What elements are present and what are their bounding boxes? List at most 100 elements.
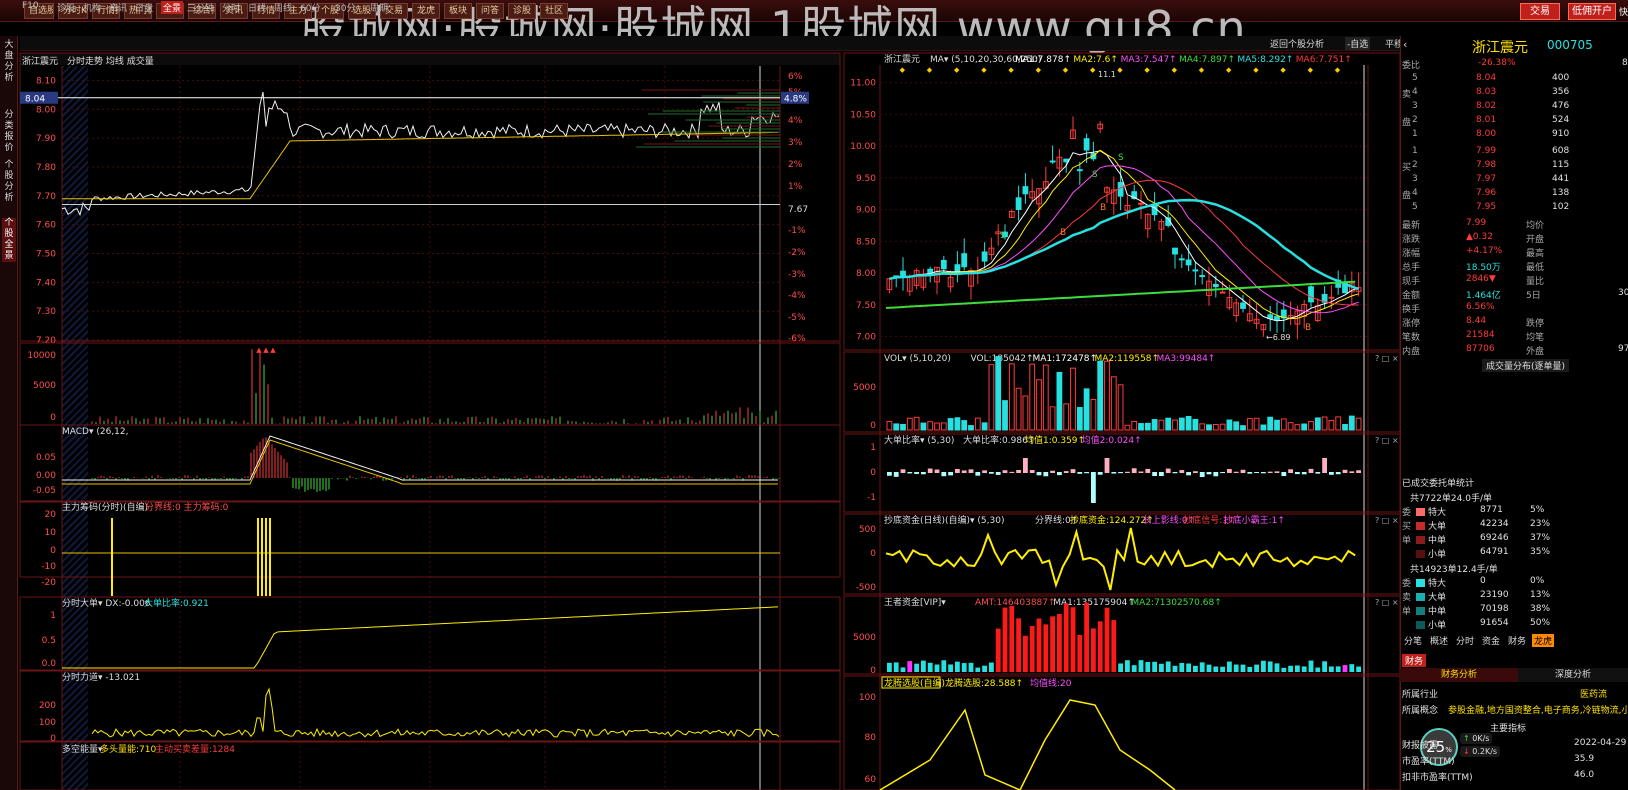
- toolbar-button-12[interactable]: 龙虎: [412, 3, 440, 19]
- kline-lzxz-frame: [843, 675, 1401, 790]
- kline-wwzj-bar: [961, 663, 967, 672]
- period-2[interactable]: 机构: [83, 1, 101, 14]
- kline-ddb-bar: [1084, 472, 1089, 474]
- kline-signal-diamond: ◆: [900, 66, 906, 74]
- kline-vol-bar: [968, 425, 974, 431]
- left-tab-0[interactable]: 大盘分析: [2, 40, 16, 84]
- kline-vol-bar: [1151, 419, 1158, 431]
- kline-lzxz-line: [879, 699, 1176, 790]
- period-6[interactable]: 三分钟: [187, 1, 214, 14]
- kline-ma-value: MA3:7.547↑: [1121, 55, 1177, 65]
- period-8[interactable]: 日线: [248, 1, 266, 14]
- kline-ddb-bar: [1349, 471, 1355, 473]
- period-7[interactable]: 分时: [222, 1, 240, 14]
- quote-tab-1[interactable]: 概述: [1428, 634, 1450, 647]
- order-ratio: -26.38%: [1478, 58, 1516, 68]
- kline-lzxz-value2: 均值线:20: [1030, 677, 1072, 689]
- kline-vol-bar: [1274, 419, 1280, 431]
- kline-signal-diamond: ◆: [1008, 66, 1014, 74]
- kline-vol-bar: [1199, 423, 1206, 431]
- kline-wwzj-bar: [1322, 661, 1327, 672]
- kline-wwzj-bar: [1091, 628, 1096, 672]
- kline-vol-bar: [1110, 376, 1117, 431]
- finance-tag[interactable]: 财务: [1402, 654, 1427, 667]
- kline-wwzj-bar: [1152, 661, 1157, 672]
- lzxz-tick: 100: [859, 693, 876, 703]
- kline-ddb-bar: [989, 472, 994, 474]
- stat-row: 均价: [1526, 221, 1545, 231]
- toolbar-button-16[interactable]: 社区: [540, 3, 568, 19]
- quote-tab-0[interactable]: 分笔: [1402, 634, 1424, 647]
- kline-bs-label: S: [1118, 153, 1124, 163]
- kline-signal-diamond: ◆: [1063, 66, 1069, 74]
- quote-tab-2[interactable]: 分时: [1454, 634, 1476, 647]
- fin-row-label: 所属行业: [1402, 690, 1439, 700]
- kline-wwzj-bar: [1233, 664, 1239, 672]
- kline-vol-bar: [1097, 360, 1104, 431]
- left-tab-2[interactable]: 个股分析: [2, 160, 16, 204]
- kline-chart-svg: 浙江震元 MA▾ (5,10,20,30,60,250)MA1:7.878↑ MA2…: [843, 52, 1628, 790]
- kline-ddb-title: 大单比率▾ (5,30): [884, 434, 954, 446]
- quote-tab-3[interactable]: 资金: [1480, 634, 1502, 647]
- kline-wwzj-bar: [1111, 620, 1117, 672]
- stat-row: 外盘: [1526, 347, 1545, 357]
- stock-code: 000705: [1547, 38, 1593, 52]
- stat-row: 内盘: [1402, 347, 1421, 357]
- left-tab-1[interactable]: 分类报价: [2, 110, 16, 154]
- ask-row: 8.00: [1476, 129, 1497, 139]
- pie-title: 成交量分布(逐单量): [1482, 359, 1570, 372]
- bid-side-label: 盘: [1402, 191, 1412, 201]
- kline-ddb-bar: [1050, 470, 1055, 473]
- quote-tab-4[interactable]: 财务: [1506, 634, 1528, 647]
- period-10[interactable]: 60分: [300, 1, 320, 14]
- kline-wwzj-bar: [934, 664, 940, 672]
- left-tab-3[interactable]: 个股全景: [2, 218, 16, 262]
- fin-tab-deep[interactable]: 深度分析: [1518, 668, 1628, 682]
- net-up: ↑ 0K/s: [1460, 733, 1493, 744]
- legend-swatch: [1416, 536, 1425, 544]
- kline-candle: [1212, 283, 1219, 288]
- ddb-tick: -1: [867, 493, 876, 503]
- kline-vol-title: VOL▾ (5,10,20): [884, 354, 951, 364]
- kline-wwzj-bar: [941, 660, 947, 672]
- kline-wwzj-bar: [1084, 602, 1089, 672]
- kline-cdzj-value: 抄底资金:124.272↑: [1070, 514, 1154, 526]
- stat-row: 总手: [1402, 263, 1421, 273]
- kline-wwzj-bar: [1023, 635, 1028, 672]
- period-9[interactable]: 周线: [274, 1, 292, 14]
- fin-tab-analysis[interactable]: 财务分析: [1400, 668, 1518, 682]
- kline-vol-bar: [1138, 423, 1144, 431]
- stat-row: 换手: [1402, 305, 1421, 315]
- stat-row: ▲0.32: [1466, 232, 1493, 242]
- kline-vol-bar: [1158, 419, 1165, 431]
- kline-wwzj-bar: [1145, 661, 1151, 672]
- kline-ddb-bar: [1029, 470, 1035, 473]
- kline-vol-bar: [1144, 422, 1151, 431]
- quote-tab-5[interactable]: 龙虎: [1532, 634, 1555, 647]
- kline-ddb-bar: [1281, 472, 1287, 477]
- period-11[interactable]: 30分: [335, 1, 355, 14]
- buy-row: 5%: [1530, 505, 1545, 515]
- period-5[interactable]: 全景: [161, 1, 184, 14]
- period-0[interactable]: F10: [22, 1, 39, 11]
- toolbar-button-15[interactable]: 诊股: [508, 3, 536, 19]
- period-12[interactable]: 周期: [370, 1, 388, 14]
- buy-row: 37%: [1530, 533, 1551, 543]
- kline-wwzj-bar: [1186, 663, 1191, 672]
- buy-row: 69246: [1480, 533, 1509, 543]
- toolbar-button-13[interactable]: 板块: [444, 3, 472, 19]
- kline-ddb-bar: [1104, 458, 1110, 473]
- kline-ddb-bar: [941, 472, 947, 477]
- kline-wwzj-bar: [1274, 663, 1280, 672]
- period-1[interactable]: 诊股: [57, 1, 75, 14]
- back-icon[interactable]: ‹: [1403, 38, 1407, 51]
- period-3[interactable]: 资讯: [109, 1, 127, 14]
- legend-swatch: [1416, 522, 1425, 530]
- kline-wwzj-value: MA2:71302570.68↑: [1131, 598, 1221, 608]
- toolbar-button-14[interactable]: 问答: [476, 3, 504, 19]
- kline-vol-bar: [1301, 423, 1308, 431]
- kline-wwzj-bar: [1227, 661, 1232, 672]
- period-4[interactable]: 日盘: [135, 1, 153, 14]
- kline-wwzj-bar: [1199, 662, 1205, 672]
- kline-vol-bar: [1240, 425, 1246, 431]
